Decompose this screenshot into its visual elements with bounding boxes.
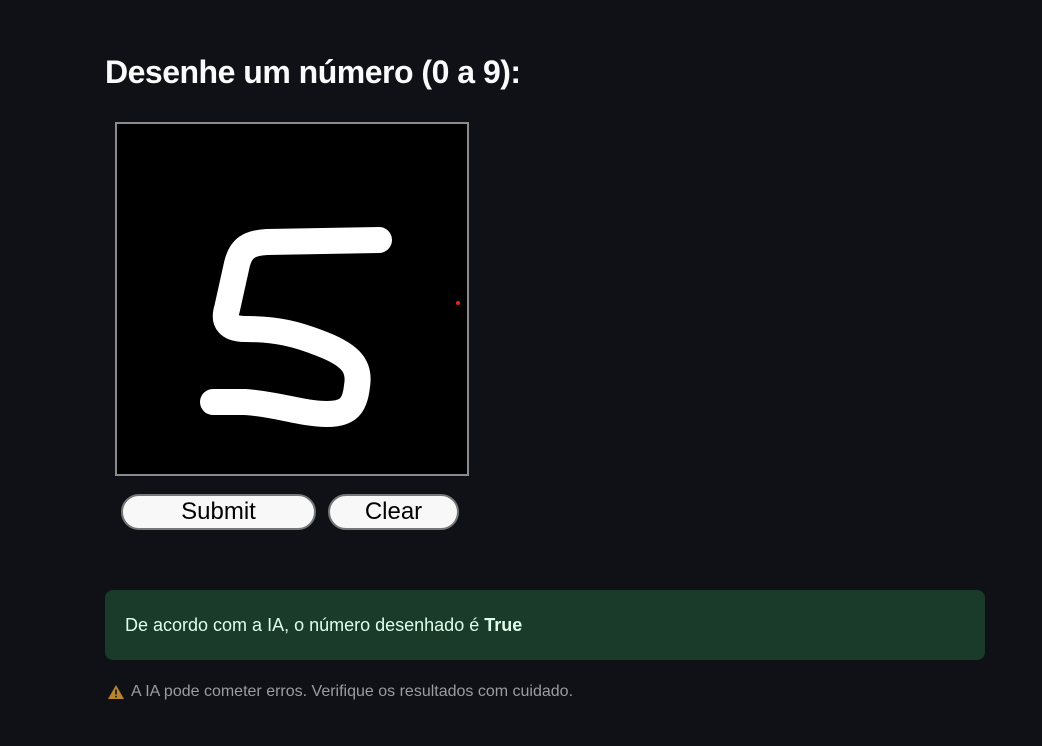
cursor-dot [456,301,460,305]
submit-button[interactable]: Submit [121,494,316,530]
result-alert: De acordo com a IA, o número desenhado é… [105,590,985,660]
disclaimer-caption: A IA pode cometer erros. Verifique os re… [107,683,573,701]
result-value: True [484,614,523,635]
drawing-surface[interactable] [117,124,467,474]
page-title: Desenhe um número (0 a 9): [105,54,521,90]
clear-button[interactable]: Clear [328,494,459,530]
result-text: De acordo com a IA, o número desenhado é [125,614,480,635]
warning-icon [108,685,124,699]
drawing-canvas[interactable] [115,122,469,476]
disclaimer-text: A IA pode cometer erros. Verifique os re… [131,683,574,700]
